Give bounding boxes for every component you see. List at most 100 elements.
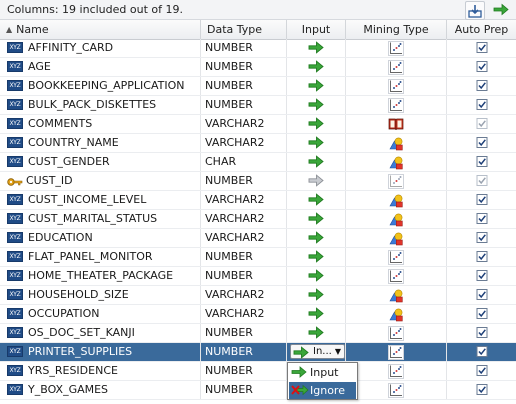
table-row[interactable]: XYZ COMMENTS VARCHAR2: [0, 115, 516, 134]
mining-type-cell: [346, 362, 447, 380]
auto-prep-cell: [447, 39, 516, 57]
auto-prep-checkbox[interactable]: [476, 289, 487, 300]
data-type: NUMBER: [201, 362, 287, 380]
table-row[interactable]: XYZ CUST_MARITAL_STATUS VARCHAR2: [0, 210, 516, 229]
column-icon: XYZ: [7, 307, 23, 319]
column-name-cell: XYZ AGE: [0, 58, 201, 76]
auto-prep-cell: [447, 305, 516, 323]
input-cell: [287, 134, 346, 152]
numerical-type-icon[interactable]: [388, 383, 404, 404]
column-icon: XYZ: [7, 364, 23, 376]
input-cell: [287, 96, 346, 114]
column-name-cell: CUST_ID: [0, 172, 201, 190]
header-auto-prep[interactable]: Auto Prep: [447, 20, 516, 39]
auto-prep-checkbox[interactable]: [476, 213, 487, 224]
apply-button[interactable]: [492, 1, 510, 18]
auto-prep-checkbox: [476, 118, 487, 129]
auto-prep-checkbox[interactable]: [476, 308, 487, 319]
input-cell: [287, 286, 346, 304]
column-name-cell: XYZ HOUSEHOLD_SIZE: [0, 286, 201, 304]
column-name-cell: XYZ HOME_THEATER_PACKAGE: [0, 267, 201, 285]
auto-prep-cell: [447, 115, 516, 133]
column-name: AFFINITY_CARD: [28, 41, 114, 54]
header-input[interactable]: Input: [287, 20, 346, 39]
data-type: VARCHAR2: [201, 115, 287, 133]
table-header: ▲ Name Data Type Input Mining Type Auto P…: [0, 20, 516, 40]
auto-prep-cell: [447, 210, 516, 228]
table-row[interactable]: XYZ FLAT_PANEL_MONITOR NUMBER: [0, 248, 516, 267]
column-name-cell: XYZ COUNTRY_NAME: [0, 134, 201, 152]
dropdown-option-input[interactable]: Input: [289, 364, 356, 381]
auto-prep-cell: [447, 191, 516, 209]
data-type: NUMBER: [201, 343, 287, 361]
column-name: HOUSEHOLD_SIZE: [28, 288, 129, 301]
dropdown-option-ignore[interactable]: Ignore: [289, 382, 356, 399]
column-icon: XYZ: [7, 79, 23, 91]
table-row[interactable]: CUST_ID NUMBER: [0, 172, 516, 191]
mining-type-cell: [346, 305, 447, 323]
input-cell: [287, 191, 346, 209]
column-icon: XYZ: [7, 326, 23, 338]
mining-type-cell: [346, 267, 447, 285]
column-name-cell: XYZ EDUCATION: [0, 229, 201, 247]
auto-prep-checkbox[interactable]: [476, 137, 487, 148]
column-icon: XYZ: [7, 60, 23, 72]
auto-prep-checkbox[interactable]: [476, 80, 487, 91]
auto-prep-checkbox[interactable]: [476, 346, 487, 357]
data-type: NUMBER: [201, 381, 287, 399]
auto-prep-checkbox[interactable]: [476, 42, 487, 53]
table-row[interactable]: XYZ CUST_GENDER CHAR: [0, 153, 516, 172]
table-row[interactable]: XYZ CUST_INCOME_LEVEL VARCHAR2: [0, 191, 516, 210]
data-type: NUMBER: [201, 96, 287, 114]
table-row[interactable]: XYZ YRS_RESIDENCE NUMBER: [0, 362, 516, 381]
export-icon: [468, 4, 482, 18]
table-row[interactable]: XYZ HOUSEHOLD_SIZE VARCHAR2: [0, 286, 516, 305]
auto-prep-cell: [447, 362, 516, 380]
table-row[interactable]: XYZ Y_BOX_GAMES NUMBER: [0, 381, 516, 400]
table-row[interactable]: XYZ COUNTRY_NAME VARCHAR2: [0, 134, 516, 153]
auto-prep-cell: [447, 153, 516, 171]
column-name-cell: XYZ PRINTER_SUPPLIES: [0, 343, 201, 361]
header-data-type[interactable]: Data Type: [201, 20, 287, 39]
data-type: VARCHAR2: [201, 229, 287, 247]
mining-type-cell: [346, 77, 447, 95]
green-arrow-icon: [493, 3, 509, 16]
auto-prep-checkbox[interactable]: [476, 194, 487, 205]
table-row[interactable]: XYZ PRINTER_SUPPLIES NUMBER In... ▼: [0, 343, 516, 362]
header-name[interactable]: ▲ Name: [0, 20, 201, 39]
table-row[interactable]: XYZ AGE NUMBER: [0, 58, 516, 77]
auto-prep-checkbox[interactable]: [476, 365, 487, 376]
input-combo-box[interactable]: In... ▼: [290, 344, 345, 359]
table-row[interactable]: XYZ AFFINITY_CARD NUMBER: [0, 39, 516, 58]
auto-prep-checkbox[interactable]: [476, 232, 487, 243]
data-type: NUMBER: [201, 324, 287, 342]
column-icon: XYZ: [7, 193, 23, 205]
column-name-cell: XYZ CUST_INCOME_LEVEL: [0, 191, 201, 209]
data-type: CHAR: [201, 153, 287, 171]
table-row[interactable]: XYZ OS_DOC_SET_KANJI NUMBER: [0, 324, 516, 343]
auto-prep-checkbox[interactable]: [476, 327, 487, 338]
auto-prep-checkbox[interactable]: [476, 99, 487, 110]
table-row[interactable]: XYZ OCCUPATION VARCHAR2: [0, 305, 516, 324]
table-row[interactable]: XYZ BOOKKEEPING_APPLICATION NUMBER: [0, 77, 516, 96]
input-cell: [287, 324, 346, 342]
columns-summary: Columns: 19 included out of 19.: [7, 3, 183, 16]
auto-prep-checkbox[interactable]: [476, 270, 487, 281]
table-row[interactable]: XYZ EDUCATION VARCHAR2: [0, 229, 516, 248]
header-mining-type[interactable]: Mining Type: [346, 20, 447, 39]
auto-prep-checkbox[interactable]: [476, 156, 487, 167]
auto-prep-checkbox[interactable]: [476, 384, 487, 395]
export-button[interactable]: [465, 1, 485, 20]
column-name: CUST_ID: [26, 174, 73, 187]
input-dropdown-menu: Input Ignore: [287, 362, 358, 400]
auto-prep-cell: [447, 286, 516, 304]
auto-prep-cell: [447, 77, 516, 95]
data-type: NUMBER: [201, 77, 287, 95]
column-name-cell: XYZ AFFINITY_CARD: [0, 39, 201, 57]
table-row[interactable]: XYZ BULK_PACK_DISKETTES NUMBER: [0, 96, 516, 115]
auto-prep-checkbox[interactable]: [476, 61, 487, 72]
auto-prep-checkbox[interactable]: [476, 251, 487, 262]
column-name-cell: XYZ CUST_GENDER: [0, 153, 201, 171]
input-combo-value: In...: [313, 346, 332, 357]
table-row[interactable]: XYZ HOME_THEATER_PACKAGE NUMBER: [0, 267, 516, 286]
